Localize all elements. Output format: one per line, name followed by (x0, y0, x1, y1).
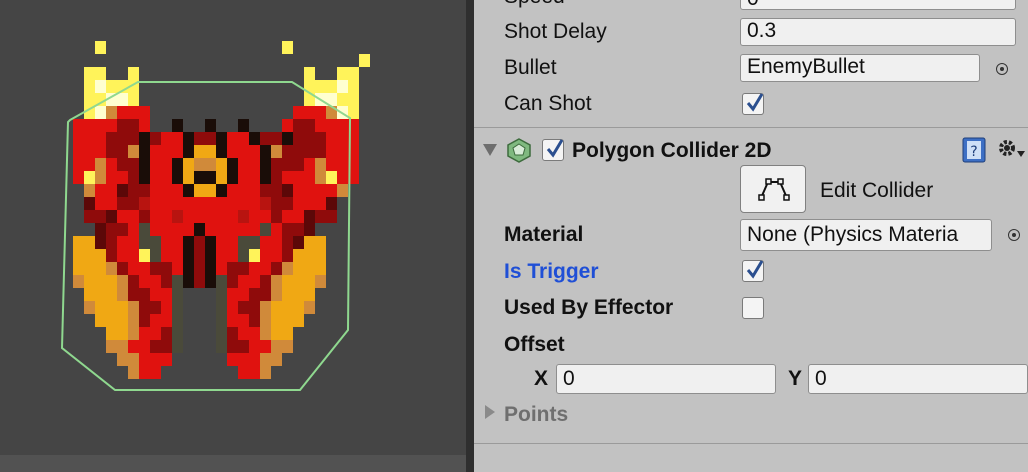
points-label[interactable]: Points (504, 402, 568, 428)
bullet-field[interactable]: EnemyBullet (740, 54, 980, 82)
offset-label: Offset (504, 333, 565, 356)
gear-icon[interactable] (996, 137, 1026, 161)
object-picker-icon[interactable] (996, 63, 1008, 75)
scene-view[interactable] (0, 0, 466, 472)
shot-delay-label: Shot Delay (504, 20, 607, 43)
scene-footer (0, 455, 466, 472)
edit-collider-label: Edit Collider (820, 179, 934, 202)
offset-x-label: X (534, 367, 549, 390)
offset-y-field[interactable]: 0 (808, 364, 1028, 394)
foldout-arrow-icon[interactable] (482, 143, 498, 157)
component-title: Polygon Collider 2D (572, 139, 772, 162)
object-picker-icon[interactable] (1008, 229, 1020, 241)
used-by-effector-label: Used By Effector (504, 296, 674, 319)
is-trigger-label: Is Trigger (504, 260, 599, 283)
edit-collider-button[interactable] (740, 165, 806, 213)
inspector-panel: Speed 0 Shot Delay 0.3 Bullet EnemyBulle… (474, 0, 1028, 472)
svg-text:?: ? (970, 144, 977, 160)
shot-delay-field[interactable]: 0.3 (740, 18, 1016, 46)
bullet-label: Bullet (504, 56, 557, 79)
component-divider (474, 127, 1028, 128)
polygon-collider-icon (507, 138, 531, 163)
offset-x-field[interactable]: 0 (556, 364, 776, 394)
inspector-bottom-divider (474, 443, 1028, 444)
can-shot-label: Can Shot (504, 92, 592, 115)
edit-collider-icon (758, 178, 790, 201)
is-trigger-checkbox[interactable] (742, 260, 764, 282)
help-icon[interactable]: ? (962, 137, 986, 163)
used-by-effector-checkbox[interactable] (742, 297, 764, 319)
material-field[interactable]: None (Physics Materia (740, 219, 992, 251)
can-shot-checkbox[interactable] (742, 93, 764, 115)
speed-label: Speed (504, 0, 565, 10)
panel-splitter[interactable] (466, 0, 474, 472)
collider-enabled-checkbox[interactable] (542, 139, 564, 161)
offset-y-label: Y (788, 367, 803, 390)
material-label: Material (504, 223, 584, 246)
points-foldout-arrow-icon[interactable] (484, 404, 496, 420)
collider-outline[interactable] (0, 0, 466, 472)
speed-field[interactable]: 0 (740, 0, 1016, 10)
